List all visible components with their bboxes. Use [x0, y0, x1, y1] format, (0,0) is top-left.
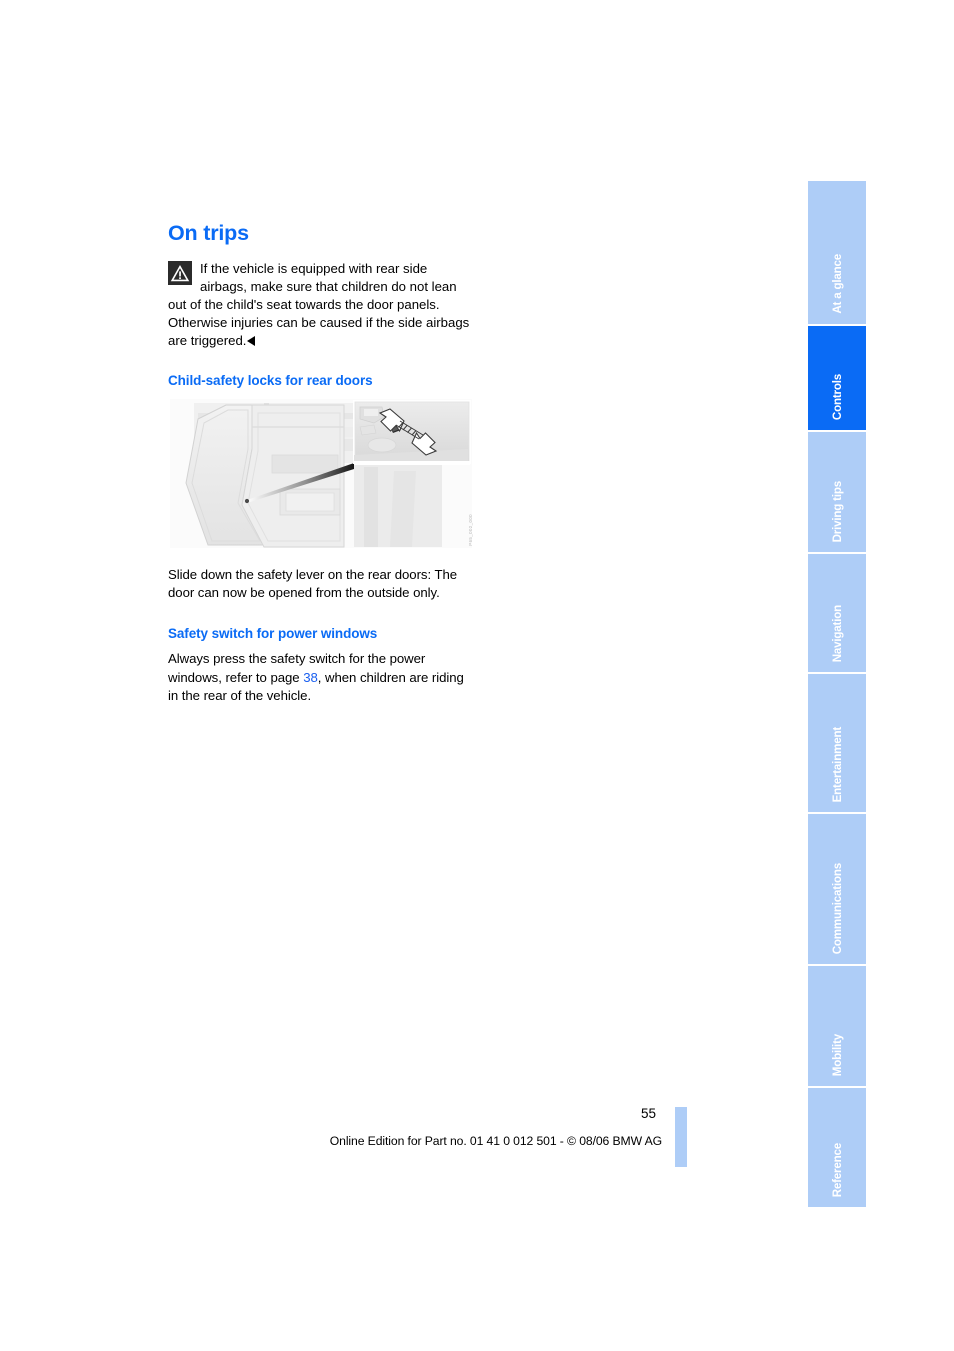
manual-page: On trips If the vehicle is equipped with… [0, 0, 954, 1351]
tab-mobility-label: Mobility [830, 1033, 844, 1076]
figure-child-safety-lock: P65_002_000 [168, 396, 474, 550]
tab-reference[interactable]: Reference [808, 1088, 866, 1207]
door-illustration [168, 396, 474, 550]
tab-controls[interactable]: Controls [808, 326, 866, 430]
end-of-note-marker [247, 336, 256, 347]
tab-mobility[interactable]: Mobility [808, 966, 866, 1086]
tab-reference-label: Reference [830, 1142, 844, 1197]
section-heading-child-safety-locks: Child-safety locks for rear doors [168, 372, 373, 388]
tab-at-a-glance-label: At a glance [830, 254, 844, 314]
tab-navigation[interactable]: Navigation [808, 554, 866, 672]
tab-entertainment-label: Entertainment [830, 726, 844, 802]
footer-copyright: Online Edition for Part no. 01 41 0 012 … [329, 1134, 662, 1148]
content-column: On trips If the vehicle is equipped with… [168, 221, 474, 705]
warning-text: If the vehicle is equipped with rear sid… [168, 260, 470, 349]
tab-driving-tips-label: Driving tips [830, 480, 844, 542]
page-number: 55 [640, 1106, 656, 1121]
footer-accent-bar [675, 1107, 687, 1167]
tab-controls-label: Controls [830, 373, 844, 420]
tab-communications[interactable]: Communications [808, 814, 866, 964]
warning-note: If the vehicle is equipped with rear sid… [168, 260, 474, 351]
tab-communications-label: Communications [830, 862, 844, 954]
warning-triangle-icon [168, 260, 192, 285]
tab-driving-tips[interactable]: Driving tips [808, 432, 866, 552]
figure-code: P65_002_000 [468, 514, 473, 546]
page-reference-link[interactable]: 38 [303, 670, 318, 685]
safety-switch-body: Always press the safety switch for the p… [168, 650, 474, 705]
tab-at-a-glance[interactable]: At a glance [808, 181, 866, 324]
tab-entertainment[interactable]: Entertainment [808, 674, 866, 812]
page-title: On trips [168, 221, 249, 245]
child-safety-locks-body: Slide down the safety lever on the rear … [168, 566, 458, 601]
tab-navigation-label: Navigation [830, 604, 844, 662]
section-heading-safety-switch: Safety switch for power windows [168, 626, 378, 642]
chapter-tab-rail: At a glance Controls Driving tips Naviga… [808, 181, 866, 1209]
